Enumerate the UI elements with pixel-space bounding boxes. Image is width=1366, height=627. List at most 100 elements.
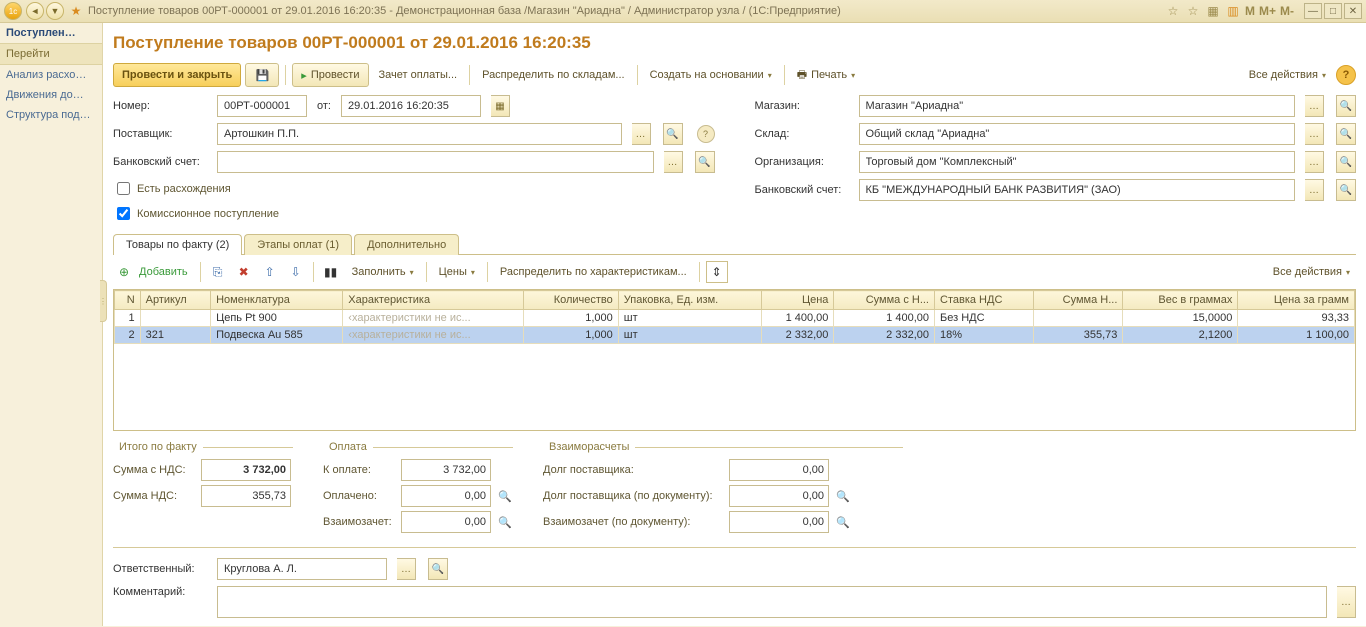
col-header[interactable]: Количество [523, 291, 618, 310]
offset-doc-detail-icon[interactable]: 🔍 [835, 514, 851, 530]
offset-button[interactable]: Зачет оплаты... [373, 64, 464, 86]
supplier-field[interactable] [217, 123, 622, 145]
col-header[interactable]: Характеристика [343, 291, 524, 310]
debt-doc-detail-icon[interactable]: 🔍 [835, 488, 851, 504]
calendar-icon[interactable]: ▥ [1225, 3, 1241, 19]
add-row-label[interactable]: Добавить [139, 261, 194, 283]
has-discrepancy-checkbox[interactable] [117, 182, 130, 195]
nav-back-button[interactable]: ◄ [26, 2, 44, 20]
label-org: Организация: [755, 156, 849, 168]
close-button[interactable]: ✕ [1344, 3, 1362, 19]
barcode-button[interactable]: ▮▮ [320, 261, 342, 283]
prices-button[interactable]: Цены▾ [433, 261, 481, 283]
store-field[interactable] [859, 95, 1296, 117]
minimize-button[interactable]: — [1304, 3, 1322, 19]
col-header[interactable]: Вес в граммах [1123, 291, 1238, 310]
number-field[interactable] [217, 95, 307, 117]
fill-button[interactable]: Заполнить▾ [346, 261, 420, 283]
distribute-chars-button[interactable]: Распределить по характеристикам... [494, 261, 693, 283]
sidebar-item-receipt[interactable]: Поступлен… [0, 23, 102, 43]
responsible-open-button[interactable]: 🔍 [428, 558, 448, 580]
tab-extra[interactable]: Дополнительно [354, 234, 459, 255]
col-header[interactable]: Цена [761, 291, 834, 310]
date-picker-button[interactable]: ▦ [491, 95, 510, 117]
move-up-button[interactable]: ⇧ [259, 261, 281, 283]
col-header[interactable]: Цена за грамм [1238, 291, 1355, 310]
responsible-select-button[interactable]: … [397, 558, 416, 580]
bank2-select-button[interactable]: … [1305, 179, 1324, 201]
date-field[interactable] [341, 95, 481, 117]
label-comment: Комментарий: [113, 586, 207, 598]
fav2-icon[interactable]: ☆ [1185, 3, 1201, 19]
m-button[interactable]: M [1245, 4, 1255, 18]
bank2-open-button[interactable]: 🔍 [1336, 179, 1356, 201]
comment-expand-button[interactable]: … [1337, 586, 1356, 618]
org-open-button[interactable]: 🔍 [1336, 151, 1356, 173]
value-sum-vat: 3 732,00 [201, 459, 291, 481]
warehouse-field[interactable] [859, 123, 1296, 145]
print-button[interactable]: 🖶Печать▾ [791, 64, 861, 86]
store-open-button[interactable]: 🔍 [1336, 95, 1356, 117]
post-button[interactable]: ▸Провести [292, 63, 368, 87]
warehouse-open-button[interactable]: 🔍 [1336, 123, 1356, 145]
goods-grid[interactable]: NАртикулНоменклатураХарактеристикаКоличе… [113, 289, 1356, 431]
supplier-select-button[interactable]: … [632, 123, 651, 145]
star-icon[interactable]: ★ [68, 3, 84, 19]
col-header[interactable]: Ставка НДС [935, 291, 1034, 310]
copy-row-button[interactable]: ⎘ [207, 261, 229, 283]
app-logo[interactable]: 1c [4, 2, 22, 20]
col-header[interactable]: Упаковка, Ед. изм. [618, 291, 761, 310]
titlebar: 1c ◄ ▼ ★ Поступление товаров 00РТ-000001… [0, 0, 1366, 23]
grid-all-actions-button[interactable]: Все действия▾ [1267, 261, 1356, 283]
m-minus-button[interactable]: M- [1280, 4, 1294, 18]
calc-icon[interactable]: ▦ [1205, 3, 1221, 19]
sidebar-item-analysis[interactable]: Анализ расхо… [0, 65, 102, 85]
main-toolbar: Провести и закрыть 💾 ▸Провести Зачет опл… [113, 63, 1356, 87]
maximize-button[interactable]: □ [1324, 3, 1342, 19]
col-header[interactable]: Номенклатура [211, 291, 343, 310]
store-select-button[interactable]: … [1305, 95, 1324, 117]
save-button[interactable]: 💾 [245, 63, 279, 87]
help-button[interactable]: ? [1336, 65, 1356, 85]
delete-row-button[interactable]: ✖ [233, 261, 255, 283]
supplier-hint-icon[interactable]: ? [697, 125, 715, 143]
col-header[interactable]: Сумма с Н... [834, 291, 935, 310]
sidebar-collapse-handle[interactable]: ⋮ [100, 280, 107, 322]
paid-detail-icon[interactable]: 🔍 [497, 488, 513, 504]
all-actions-button[interactable]: Все действия▾ [1243, 64, 1332, 86]
comment-field[interactable] [217, 586, 1327, 618]
table-row[interactable]: 1Цепь Pt 900‹характеристики не ис...1,00… [115, 310, 1355, 327]
expand-button[interactable]: ⇕ [706, 261, 728, 283]
org-field[interactable] [859, 151, 1296, 173]
bank-select-button[interactable]: … [664, 151, 683, 173]
tab-payments[interactable]: Этапы оплат (1) [244, 234, 352, 255]
offset-detail-icon[interactable]: 🔍 [497, 514, 513, 530]
add-row-button[interactable]: ⊕ [113, 261, 135, 283]
distribute-button[interactable]: Распределить по складам... [476, 64, 630, 86]
warehouse-select-button[interactable]: … [1305, 123, 1324, 145]
label-sum-vat: Сумма с НДС: [113, 464, 195, 476]
move-down-button[interactable]: ⇩ [285, 261, 307, 283]
col-header[interactable]: Артикул [140, 291, 210, 310]
org-select-button[interactable]: … [1305, 151, 1324, 173]
fav-icon[interactable]: ☆ [1165, 3, 1181, 19]
bank-open-button[interactable]: 🔍 [695, 151, 715, 173]
table-row[interactable]: 2321Подвеска Au 585‹характеристики не ис… [115, 327, 1355, 344]
label-commission: Комиссионное поступление [137, 208, 279, 220]
col-header[interactable]: Сумма Н... [1034, 291, 1123, 310]
supplier-open-button[interactable]: 🔍 [663, 123, 683, 145]
sidebar-item-movements[interactable]: Движения до… [0, 85, 102, 105]
create-based-button[interactable]: Создать на основании▾ [644, 64, 778, 86]
commission-checkbox[interactable] [117, 207, 130, 220]
nav-fwd-button[interactable]: ▼ [46, 2, 64, 20]
bank-account-field[interactable] [217, 151, 654, 173]
col-header[interactable]: N [115, 291, 141, 310]
bank-account2-field[interactable] [859, 179, 1296, 201]
value-debt-doc: 0,00 [729, 485, 829, 507]
post-and-close-button[interactable]: Провести и закрыть [113, 63, 241, 87]
responsible-field[interactable] [217, 558, 387, 580]
m-plus-button[interactable]: M+ [1259, 4, 1276, 18]
label-debt: Долг поставщика: [543, 464, 723, 476]
sidebar-item-structure[interactable]: Структура под… [0, 105, 102, 125]
tab-goods[interactable]: Товары по факту (2) [113, 234, 242, 255]
